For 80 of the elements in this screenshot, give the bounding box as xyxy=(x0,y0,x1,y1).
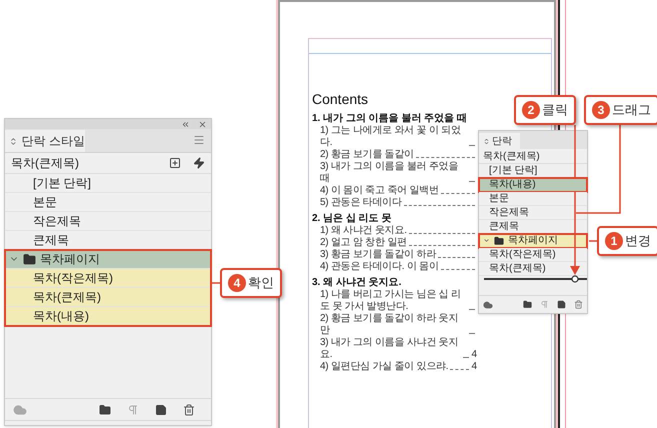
toc-entry: 4) 이 몸이 죽고 죽어 일백번 xyxy=(320,185,439,197)
style-row[interactable]: 목차(작은제목) xyxy=(479,248,587,262)
cloud-icon[interactable] xyxy=(483,300,493,310)
toc-entry: 4) 관동은 타데이다. 이 몸이 xyxy=(320,261,439,273)
current-style: 목차(큰제목) xyxy=(11,155,79,172)
style-row[interactable]: 목차(큰제목) xyxy=(5,288,211,307)
folder-icon[interactable] xyxy=(99,404,111,416)
toc-entry: 1) 나를 버리고 가시는 님은 십 리도 못 가서 발병난다. xyxy=(320,289,462,313)
toc-entry: 2) 황금 보기를 돌같이 하라 웃지만 xyxy=(320,313,460,337)
step-number: 3 xyxy=(592,101,610,119)
style-name: 목차(작은제목) xyxy=(489,248,556,262)
style-name: 작은제목 xyxy=(489,206,529,220)
step-number: 2 xyxy=(522,101,540,119)
menu-icon[interactable] xyxy=(193,134,205,146)
toc-entry: 1) 왜 사냐건 웃지요. xyxy=(320,225,407,237)
style-row[interactable]: 본문 xyxy=(479,192,587,206)
lightning-icon[interactable] xyxy=(193,157,205,169)
callout-label: 드래그 xyxy=(612,101,651,120)
style-row[interactable]: 목차(내용) xyxy=(5,307,211,326)
toc-entry: 3) 내가 그의 이름을 불러 주었을 때 xyxy=(320,161,460,185)
panel-tab[interactable]: 단락 xyxy=(479,133,520,149)
toc-entry: 3) 황금 보기를 돌같이 하라 xyxy=(320,249,436,261)
collapse-icon[interactable] xyxy=(181,120,190,128)
style-name: [기본 단락] xyxy=(33,175,92,192)
style-name: 큰제목 xyxy=(33,232,69,249)
expand-icon[interactable] xyxy=(483,237,490,244)
section-heading: 3. 왜 사냐건 웃지요. xyxy=(312,276,402,289)
style-group-row[interactable]: 목차페이지 xyxy=(479,234,587,248)
section-heading: 1. 내가 그의 이름을 불러 주었을 때 xyxy=(312,112,468,125)
style-name: 본문 xyxy=(489,192,509,206)
style-name: [기본 단락] xyxy=(489,164,538,178)
folder-icon xyxy=(494,236,504,246)
group-name: 목차페이지 xyxy=(40,251,100,268)
step-number: 1 xyxy=(605,232,623,250)
style-name: 큰제목 xyxy=(489,220,519,234)
style-row[interactable]: 큰제목 xyxy=(479,220,587,234)
new-group-icon[interactable] xyxy=(169,157,181,169)
section-heading: 2. 님은 십 리도 못 xyxy=(312,212,392,225)
folder-icon xyxy=(23,252,36,266)
style-row[interactable]: 본문 xyxy=(5,193,211,212)
style-name: 본문 xyxy=(33,194,57,211)
style-name: 목차(내용) xyxy=(489,178,536,192)
trash-icon[interactable] xyxy=(574,300,583,309)
current-style: 목차(큰제목) xyxy=(483,150,540,164)
panel-tab[interactable]: 단락 스타일 xyxy=(5,130,85,152)
callout-label: 클릭 xyxy=(542,101,568,120)
style-row[interactable]: 목차(내용) xyxy=(479,178,587,192)
page-number: 4 xyxy=(471,349,477,361)
toc-entry: 1) 그는 나에게로 와서 꽃 이 되었다. xyxy=(320,125,462,149)
style-name: 작은제목 xyxy=(33,213,81,230)
contents-title: Contents xyxy=(312,90,370,108)
style-row[interactable]: 작은제목 xyxy=(5,212,211,231)
new-style-icon[interactable] xyxy=(155,404,167,416)
style-row[interactable]: [기본 단락] xyxy=(5,174,211,193)
step-number: 4 xyxy=(228,274,246,292)
style-row[interactable]: [기본 단락] xyxy=(479,164,587,178)
toc-entry: 3) 내가 그의 이름을 사냐건 웃지요. xyxy=(320,337,460,361)
style-name: 목차(작은제목) xyxy=(33,270,113,287)
style-group-row[interactable]: 목차페이지 xyxy=(5,250,211,269)
toc-entry: 2) 얼고 암 창한 일편 xyxy=(320,237,407,249)
callout-label: 확인 xyxy=(248,274,274,292)
new-style-icon[interactable] xyxy=(557,300,566,309)
trash-icon[interactable] xyxy=(183,404,195,416)
toc-entry: 2) 황금 보기를 돌같이 xyxy=(320,149,414,161)
style-row[interactable]: 큰제목 xyxy=(5,231,211,250)
style-row[interactable]: 목차(작은제목) xyxy=(5,269,211,288)
folder-icon[interactable] xyxy=(523,300,532,309)
style-name: 목차(큰제목) xyxy=(33,289,101,306)
style-row[interactable]: 작은제목 xyxy=(479,206,587,220)
style-row[interactable]: 목차(큰제목) xyxy=(479,262,587,276)
group-name: 목차페이지 xyxy=(508,234,558,248)
style-name: 목차(내용) xyxy=(33,308,89,325)
close-icon[interactable] xyxy=(198,120,207,128)
style-name: 목차(큰제목) xyxy=(489,262,546,276)
toc-entry: 5) 관동은 타데이다 xyxy=(320,197,402,209)
sort-icon xyxy=(9,136,18,146)
toc-entry: 4) 일편단심 가실 줄이 있으랴. xyxy=(320,361,448,373)
sort-icon xyxy=(483,138,490,144)
page-number: 4 xyxy=(471,361,477,373)
callout-label: 변경 xyxy=(625,232,651,250)
